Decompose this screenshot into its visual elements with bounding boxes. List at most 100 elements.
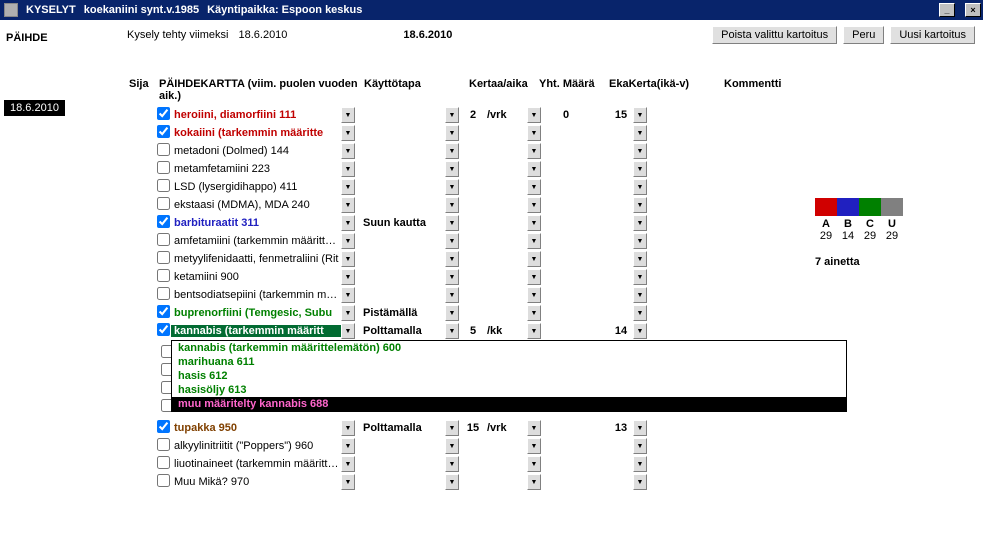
row-checkbox[interactable] [157,251,171,267]
usage-dropdown-icon[interactable]: ▼ [445,438,459,454]
per-dropdown-icon[interactable]: ▼ [527,251,541,267]
row-checkbox[interactable] [157,215,171,231]
selected-date[interactable]: 18.6.2010 [4,100,65,116]
substance-dropdown-icon[interactable]: ▼ [341,323,355,339]
firsttime-dropdown-icon[interactable]: ▼ [633,474,647,490]
substance-dropdown-icon[interactable]: ▼ [341,251,355,267]
substance-dropdown-icon[interactable]: ▼ [341,287,355,303]
minimize-button[interactable]: _ [939,3,955,17]
delete-mapping-button[interactable]: Poista valittu kartoitus [712,26,837,44]
usage-dropdown-icon[interactable]: ▼ [445,179,459,195]
substance-name[interactable]: liuotinaineet (tarkemmin määrittele [171,458,341,470]
row-checkbox[interactable] [157,269,171,285]
firsttime-dropdown-icon[interactable]: ▼ [633,269,647,285]
substance-dropdown-icon[interactable]: ▼ [341,305,355,321]
usage-dropdown-icon[interactable]: ▼ [445,305,459,321]
per-dropdown-icon[interactable]: ▼ [527,161,541,177]
new-mapping-button[interactable]: Uusi kartoitus [890,26,975,44]
firsttime-dropdown-icon[interactable]: ▼ [633,107,647,123]
per-dropdown-icon[interactable]: ▼ [527,438,541,454]
per-dropdown-icon[interactable]: ▼ [527,233,541,249]
row-checkbox[interactable] [157,233,171,249]
row-checkbox[interactable] [157,323,171,339]
substance-dropdown-icon[interactable]: ▼ [341,197,355,213]
firsttime-dropdown-icon[interactable]: ▼ [633,143,647,159]
per-dropdown-icon[interactable]: ▼ [527,143,541,159]
firsttime-dropdown-icon[interactable]: ▼ [633,251,647,267]
per-dropdown-icon[interactable]: ▼ [527,215,541,231]
substance-name[interactable]: bentsodiatsepiini (tarkemmin määri [171,289,341,301]
substance-dropdown-list[interactable]: kannabis (tarkemmin määrittelemätön) 600… [171,340,847,412]
row-checkbox[interactable] [157,125,171,141]
per-dropdown-icon[interactable]: ▼ [527,323,541,339]
substance-name[interactable]: ekstaasi (MDMA), MDA 240 [171,199,341,211]
usage-dropdown-icon[interactable]: ▼ [445,474,459,490]
usage-dropdown-icon[interactable]: ▼ [445,107,459,123]
firsttime-dropdown-icon[interactable]: ▼ [633,125,647,141]
row-checkbox[interactable] [157,143,171,159]
dropdown-option[interactable]: marihuana 611 [172,355,846,369]
substance-dropdown-icon[interactable]: ▼ [341,233,355,249]
substance-dropdown-icon[interactable]: ▼ [341,161,355,177]
substance-dropdown-icon[interactable]: ▼ [341,107,355,123]
substance-dropdown-icon[interactable]: ▼ [341,143,355,159]
usage-dropdown-icon[interactable]: ▼ [445,251,459,267]
usage-dropdown-icon[interactable]: ▼ [445,143,459,159]
firsttime-dropdown-icon[interactable]: ▼ [633,233,647,249]
usage-dropdown-icon[interactable]: ▼ [445,420,459,436]
substance-name[interactable]: kokaiini (tarkemmin määritte [171,127,341,139]
firsttime-dropdown-icon[interactable]: ▼ [633,161,647,177]
usage-dropdown-icon[interactable]: ▼ [445,233,459,249]
substance-dropdown-icon[interactable]: ▼ [341,420,355,436]
firsttime-dropdown-icon[interactable]: ▼ [633,179,647,195]
substance-name[interactable]: heroiini, diamorfiini 111 [171,109,341,121]
row-checkbox[interactable] [157,456,171,472]
dropdown-option[interactable]: hasis 612 [172,369,846,383]
substance-name[interactable]: metamfetamiini 223 [171,163,341,175]
substance-name[interactable]: alkyylinitriitit ("Poppers") 960 [171,440,341,452]
usage-dropdown-icon[interactable]: ▼ [445,197,459,213]
firsttime-cell[interactable]: 15 [591,109,633,121]
substance-name[interactable]: barbituraatit 311 [171,217,341,229]
dropdown-option[interactable]: hasisöljy 613 [172,383,846,397]
firsttime-dropdown-icon[interactable]: ▼ [633,438,647,454]
row-checkbox[interactable] [157,107,171,123]
substance-name[interactable]: Muu Mikä? 970 [171,476,341,488]
row-checkbox[interactable] [157,287,171,303]
row-checkbox[interactable] [157,438,171,454]
per-dropdown-icon[interactable]: ▼ [527,287,541,303]
substance-dropdown-icon[interactable]: ▼ [341,125,355,141]
substance-name[interactable]: kannabis (tarkemmin määritt [171,325,341,337]
usage-dropdown-icon[interactable]: ▼ [445,269,459,285]
substance-dropdown-icon[interactable]: ▼ [341,438,355,454]
substance-name[interactable]: amfetamiini (tarkemmin määrittelem [171,235,341,247]
close-button[interactable]: × [965,3,981,17]
dropdown-option[interactable]: kannabis (tarkemmin määrittelemätön) 600 [172,341,846,355]
usage-dropdown-icon[interactable]: ▼ [445,287,459,303]
row-checkbox[interactable] [157,179,171,195]
substance-name[interactable]: tupakka 950 [171,422,341,434]
per-dropdown-icon[interactable]: ▼ [527,179,541,195]
substance-name[interactable]: buprenorfiini (Temgesic, Subu [171,307,341,319]
substance-name[interactable]: metadoni (Dolmed) 144 [171,145,341,157]
firsttime-dropdown-icon[interactable]: ▼ [633,197,647,213]
row-checkbox[interactable] [157,305,171,321]
substance-name[interactable]: metyylifenidaatti, fenmetraliini (Rit [171,253,341,265]
usage-dropdown-icon[interactable]: ▼ [445,125,459,141]
per-dropdown-icon[interactable]: ▼ [527,420,541,436]
usage-dropdown-icon[interactable]: ▼ [445,161,459,177]
firsttime-dropdown-icon[interactable]: ▼ [633,323,647,339]
usage-dropdown-icon[interactable]: ▼ [445,456,459,472]
dropdown-option[interactable]: muu määritelty kannabis 688 [172,397,846,411]
times-cell[interactable]: 15 [459,422,487,434]
firsttime-dropdown-icon[interactable]: ▼ [633,305,647,321]
usage-dropdown-icon[interactable]: ▼ [445,323,459,339]
firsttime-cell[interactable]: 13 [591,422,633,434]
row-checkbox[interactable] [157,420,171,436]
substance-dropdown-icon[interactable]: ▼ [341,179,355,195]
substance-dropdown-icon[interactable]: ▼ [341,456,355,472]
substance-name[interactable]: LSD (lysergidihappo) 411 [171,181,341,193]
firsttime-cell[interactable]: 14 [591,325,633,337]
per-dropdown-icon[interactable]: ▼ [527,305,541,321]
usage-dropdown-icon[interactable]: ▼ [445,215,459,231]
